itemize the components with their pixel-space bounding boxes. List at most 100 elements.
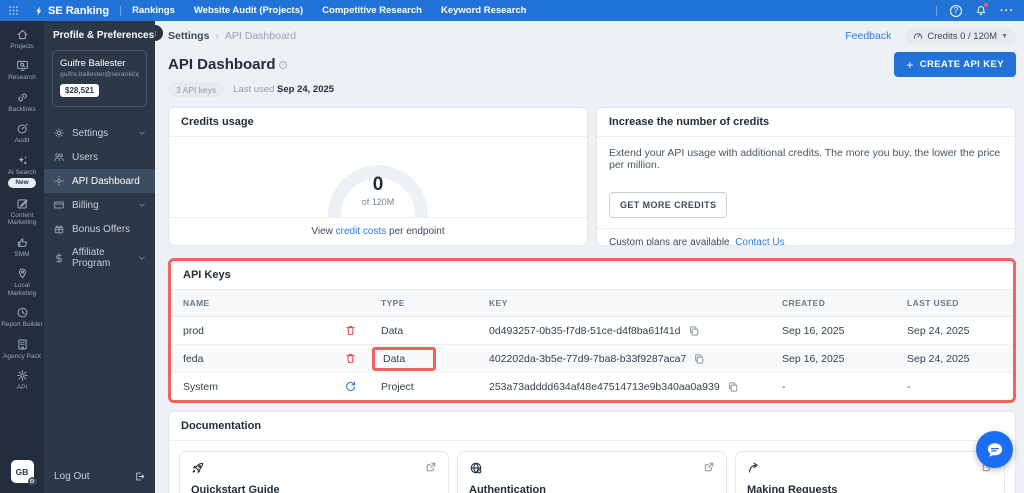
key-name: System — [183, 380, 219, 393]
table-row: prod Data 0d493257-0b35-f7d8-51ce-d4f8ba… — [171, 317, 1013, 345]
top-nav: Rankings Website Audit (Projects) Compet… — [132, 5, 526, 16]
table-row: feda Data 402202da-3b5e-77d9-7ba8-b33f92… — [171, 345, 1013, 373]
key-type: Project — [381, 380, 414, 393]
external-link-icon — [704, 462, 714, 472]
menu-item-settings[interactable]: Settings — [44, 121, 155, 145]
sidebar-item-smm[interactable]: SMM — [0, 232, 44, 263]
panel-menu: Settings Users API Dashboard Billing Bon… — [44, 121, 155, 275]
column-last-used: LAST USED — [907, 298, 959, 308]
gift-icon — [54, 225, 64, 234]
credit-costs-link[interactable]: credit costs — [336, 226, 387, 237]
key-value: 0d493257-0b35-f7d8-51ce-d4f8ba61f41d — [489, 324, 681, 337]
key-name: prod — [183, 324, 205, 337]
breadcrumb: Settings › API Dashboard Feedback Credit… — [168, 27, 1016, 45]
panel-title: Profile & Preferences — [53, 30, 155, 41]
contact-us-link[interactable]: Contact Us — [735, 237, 784, 245]
key-last-used: Sep 24, 2025 — [907, 352, 970, 365]
breadcrumb-api-dashboard: API Dashboard — [224, 30, 297, 42]
menu-item-api-dashboard[interactable]: API Dashboard — [44, 169, 155, 193]
copy-icon[interactable] — [727, 381, 739, 393]
users-icon — [54, 153, 64, 161]
collapse-sidebar-button[interactable]: ‹ — [155, 25, 163, 41]
chevron-down-icon — [139, 256, 145, 260]
custom-plans-footer: Custom plans are available Contact Us — [597, 228, 1015, 245]
api-keys-count-badge: 3 API keys — [168, 82, 225, 97]
brand-logo[interactable]: SE Ranking — [34, 5, 109, 17]
sidebar-item-projects[interactable]: Projects — [0, 24, 44, 55]
breadcrumb-separator: › — [215, 30, 219, 42]
notifications-bell-icon[interactable] — [975, 2, 988, 17]
copy-icon[interactable] — [688, 325, 700, 337]
divider — [936, 5, 937, 16]
menu-item-billing[interactable]: Billing — [44, 193, 155, 217]
feedback-link[interactable]: Feedback — [845, 30, 891, 42]
credit-card-icon — [54, 201, 64, 209]
sidebar-item-agency-pack[interactable]: Agency Pack — [0, 334, 44, 365]
sidebar-item-ai-search[interactable]: AI Search New — [0, 150, 44, 193]
balance-badge[interactable]: $28,521 — [60, 84, 99, 97]
plus-icon: + — [906, 57, 914, 72]
key-value: 253a73adddd634af48e47514713e9b340aa0a939 — [489, 380, 720, 393]
nav-keyword-research[interactable]: Keyword Research — [441, 5, 527, 16]
delete-key-icon[interactable] — [344, 324, 357, 337]
apps-grid-icon[interactable] — [8, 5, 19, 16]
credits-usage-title: Credits usage — [169, 108, 587, 137]
gauge-icon — [914, 33, 923, 39]
sidebar-item-audit[interactable]: Audit — [0, 118, 44, 149]
credits-gauge: 0 of 120M — [326, 163, 430, 217]
sidebar-item-backlinks[interactable]: Backlinks — [0, 87, 44, 118]
avatar-gear-icon: ⚙ — [27, 477, 37, 486]
chat-bubble-icon — [987, 442, 1002, 456]
logout-button[interactable]: Log Out — [44, 460, 155, 493]
refresh-key-icon[interactable] — [344, 380, 357, 393]
key-created: - — [782, 380, 786, 393]
annotation-box-type-cell: Data — [372, 346, 436, 371]
create-api-key-button[interactable]: + CREATE API KEY — [894, 52, 1016, 77]
brand-name: SE Ranking — [48, 4, 110, 17]
help-icon[interactable]: ? — [950, 4, 962, 17]
sidebar-item-api[interactable]: API — [0, 365, 44, 396]
key-created: Sep 16, 2025 — [782, 352, 845, 365]
external-link-icon — [426, 462, 436, 472]
logout-icon — [136, 472, 145, 481]
chat-widget-button[interactable] — [976, 431, 1013, 468]
increase-credits-title: Increase the number of credits — [597, 108, 1015, 137]
menu-item-users[interactable]: Users — [44, 145, 155, 169]
credits-used-value: 0 — [372, 174, 384, 195]
credits-usage-footer: View credit costs per endpoint — [169, 217, 587, 245]
divider — [120, 5, 122, 16]
documentation-card: Documentation Quickstart Guide Copy-past… — [168, 411, 1016, 493]
table-row: System Project 253a73adddd634af48e475147… — [171, 373, 1013, 400]
credits-dropdown[interactable]: Credits 0 / 120M ▼ — [905, 27, 1016, 45]
profile-preferences-panel: Profile & Preferences Guifre Ballester g… — [44, 21, 155, 493]
user-email: guifre.ballester@seranking.com — [60, 71, 139, 78]
credits-total-caption: of 120M — [361, 197, 395, 207]
sidebar-item-local-marketing[interactable]: Local Marketing — [0, 263, 44, 302]
nav-competitive-research[interactable]: Competitive Research — [322, 5, 422, 16]
sidebar-item-content-marketing[interactable]: Content Marketing — [0, 193, 44, 232]
sidebar-item-report-builder[interactable]: Report Builder — [0, 302, 44, 333]
delete-key-icon[interactable] — [344, 352, 357, 365]
breadcrumb-settings[interactable]: Settings — [168, 30, 209, 42]
copy-icon[interactable] — [693, 353, 705, 365]
sidebar-item-research[interactable]: Research — [0, 55, 44, 86]
gear-icon — [54, 128, 64, 138]
column-name: NAME — [183, 298, 210, 308]
nav-rankings[interactable]: Rankings — [132, 5, 175, 16]
user-avatar[interactable]: GB ⚙ — [10, 460, 37, 486]
last-used-label: Last used Sep 24, 2025 — [233, 84, 335, 95]
doc-card-quickstart[interactable]: Quickstart Guide Copy-paste examples to … — [179, 451, 449, 493]
credits-usage-card: Credits usage 0 of 120M View credit cost… — [168, 107, 588, 246]
doc-card-making-requests[interactable]: Making Requests URL schema, query params… — [735, 451, 1005, 493]
get-more-credits-button[interactable]: GET MORE CREDITS — [609, 192, 728, 218]
menu-item-affiliate-program[interactable]: Affiliate Program — [44, 241, 155, 275]
user-card: Guifre Ballester guifre.ballester@serank… — [52, 50, 147, 107]
nav-website-audit[interactable]: Website Audit (Projects) — [194, 5, 303, 16]
key-value: 402202da-3b5e-77d9-7ba8-b33f9287aca7 — [489, 352, 687, 365]
top-bar: SE Ranking Rankings Website Audit (Proje… — [0, 0, 1024, 21]
menu-item-bonus-offers[interactable]: Bonus Offers — [44, 217, 155, 241]
info-icon[interactable]: i — [278, 60, 287, 69]
more-menu-icon[interactable]: ··· — [1000, 5, 1014, 16]
doc-card-authentication[interactable]: Authentication Secure every call with yo… — [457, 451, 727, 493]
chevron-down-icon — [139, 131, 145, 135]
